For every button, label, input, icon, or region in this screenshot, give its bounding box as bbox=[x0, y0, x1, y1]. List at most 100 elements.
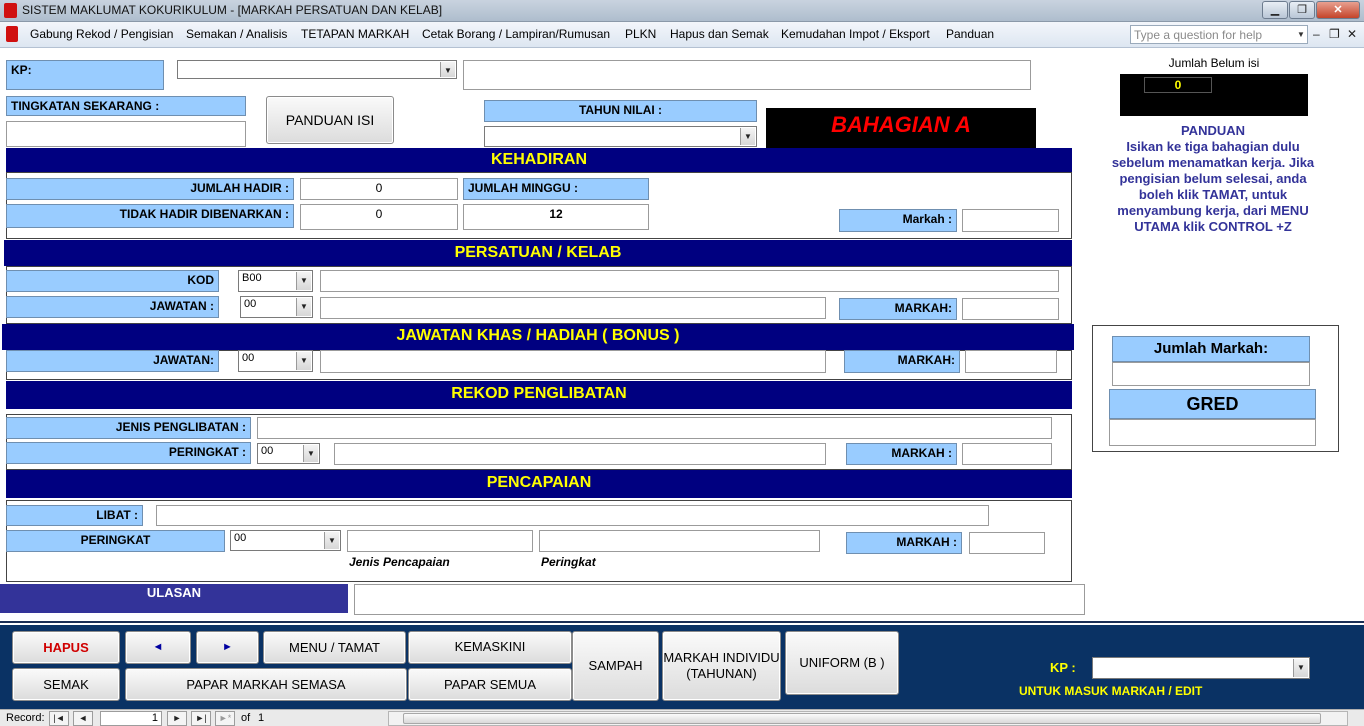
record-navigation-bar: Record: |◄ ◄ 1 ► ►| ►* of 1 bbox=[0, 709, 1364, 726]
panduan-line-3: pengisian belum selesai, anda bbox=[1119, 171, 1307, 186]
mdi-close-icon[interactable]: ✕ bbox=[1347, 27, 1357, 41]
persatuan-markah-field bbox=[962, 298, 1059, 320]
menu-plkn[interactable]: PLKN bbox=[625, 27, 656, 41]
chevron-down-icon[interactable]: ▼ bbox=[296, 298, 311, 316]
first-record-icon[interactable]: |◄ bbox=[49, 711, 69, 726]
tahun-nilai-combo[interactable]: ▼ bbox=[484, 126, 757, 147]
jenis-pencapaian-caption: Jenis Pencapaian bbox=[349, 555, 450, 569]
persatuan-header: PERSATUAN / KELAB bbox=[4, 240, 1072, 266]
semak-button[interactable]: SEMAK bbox=[12, 668, 120, 701]
record-number-field[interactable]: 1 bbox=[100, 711, 162, 726]
mdi-restore-icon[interactable]: ❐ bbox=[1329, 27, 1340, 41]
menu-tetapan-markah[interactable]: TETAPAN MARKAH bbox=[301, 27, 409, 41]
last-record-icon[interactable]: ►| bbox=[191, 711, 211, 726]
window-title: SISTEM MAKLUMAT KOKURIKULUM - [MARKAH PE… bbox=[22, 3, 443, 17]
menu-gabung-rekod[interactable]: Gabung Rekod / Pengisian bbox=[30, 27, 173, 41]
jumlah-belum-label: Jumlah Belum isi bbox=[1168, 56, 1260, 70]
horizontal-scrollbar[interactable] bbox=[388, 711, 1348, 726]
libat-field[interactable] bbox=[156, 505, 989, 526]
kemaskini-button[interactable]: KEMASKINI bbox=[408, 631, 572, 664]
penglibatan-peringkat-label: PERINGKAT : bbox=[6, 442, 251, 464]
libat-label: LIBAT : bbox=[6, 505, 143, 526]
chevron-down-icon[interactable]: ▼ bbox=[740, 128, 755, 145]
panduan-line-5: menyambung kerja, dari MENU bbox=[1117, 203, 1309, 218]
jawatan-khas-combo[interactable]: 00 ▼ bbox=[238, 350, 313, 372]
chevron-down-icon[interactable]: ▼ bbox=[1295, 26, 1307, 43]
jawatan-khas-description-field[interactable] bbox=[320, 350, 826, 373]
peringkat-pencapaian-field[interactable] bbox=[539, 530, 820, 552]
next-record-icon[interactable]: ► bbox=[167, 711, 187, 726]
restore-icon[interactable]: ❐ bbox=[1289, 1, 1315, 19]
jumlah-minggu-label: JUMLAH MINGGU : bbox=[463, 178, 649, 200]
penglibatan-markah-field bbox=[962, 443, 1052, 465]
jumlah-belum-value: 0 bbox=[1144, 77, 1212, 93]
app-menu-icon[interactable] bbox=[6, 26, 18, 42]
bahagian-banner: BAHAGIAN A bbox=[766, 108, 1036, 148]
menu-hapus-semak[interactable]: Hapus dan Semak bbox=[670, 27, 769, 41]
tingkatan-field[interactable] bbox=[6, 121, 246, 147]
jenis-penglibatan-label: JENIS PENGLIBATAN : bbox=[6, 417, 251, 439]
tidak-hadir-field[interactable]: 0 bbox=[300, 204, 458, 230]
chevron-down-icon[interactable]: ▼ bbox=[440, 62, 455, 77]
jumlah-markah-label: Jumlah Markah: bbox=[1112, 336, 1310, 362]
kp-combo[interactable]: ▼ bbox=[177, 60, 457, 79]
penglibatan-peringkat-value: 00 bbox=[261, 445, 274, 457]
chevron-down-icon[interactable]: ▼ bbox=[324, 532, 339, 549]
ulasan-field[interactable] bbox=[354, 584, 1085, 615]
jawatan-khas-markah-label: MARKAH: bbox=[844, 350, 960, 373]
papar-semua-button[interactable]: PAPAR SEMUA bbox=[408, 668, 572, 701]
jawatan-combo[interactable]: 00 ▼ bbox=[240, 296, 313, 318]
menu-panduan[interactable]: Panduan bbox=[946, 27, 994, 41]
markah-individu-button[interactable]: MARKAH INDIVIDU (TAHUNAN) bbox=[662, 631, 781, 701]
menu-cetak-borang[interactable]: Cetak Borang / Lampiran/Rumusan bbox=[422, 27, 610, 41]
jenis-pencapaian-field[interactable] bbox=[347, 530, 533, 552]
persatuan-markah-label: MARKAH: bbox=[839, 298, 957, 320]
pencapaian-markah-label: MARKAH : bbox=[846, 532, 962, 554]
panduan-title: PANDUAN bbox=[1180, 123, 1246, 138]
prev-button[interactable]: ◄ bbox=[125, 631, 191, 664]
sampah-button[interactable]: SAMPAH bbox=[572, 631, 659, 701]
record-of-label: of bbox=[241, 712, 251, 724]
peringkat-caption: Peringkat bbox=[541, 555, 596, 569]
arrow-left-icon: ◄ bbox=[152, 641, 164, 653]
scrollbar-thumb[interactable] bbox=[403, 713, 1321, 724]
mdi-minimize-icon[interactable]: ‒ bbox=[1313, 27, 1320, 41]
title-bar: SISTEM MAKLUMAT KOKURIKULUM - [MARKAH PE… bbox=[0, 0, 1364, 22]
kp-name-field[interactable] bbox=[463, 60, 1031, 90]
gred-field bbox=[1109, 419, 1316, 446]
menu-semakan[interactable]: Semakan / Analisis bbox=[186, 27, 287, 41]
ulasan-label: ULASAN bbox=[0, 584, 348, 613]
jawatan-value: 00 bbox=[244, 298, 257, 310]
jenis-penglibatan-field[interactable] bbox=[257, 417, 1052, 439]
panduan-isi-button[interactable]: PANDUAN ISI bbox=[266, 96, 394, 144]
chevron-down-icon[interactable]: ▼ bbox=[303, 445, 318, 462]
kod-description-field[interactable] bbox=[320, 270, 1059, 292]
bottom-kp-combo[interactable]: ▼ bbox=[1092, 657, 1310, 679]
next-button[interactable]: ► bbox=[196, 631, 259, 664]
menu-tamat-button[interactable]: MENU / TAMAT bbox=[263, 631, 406, 664]
minimize-icon[interactable]: ▁ bbox=[1262, 1, 1288, 19]
jumlah-hadir-label: JUMLAH HADIR : bbox=[6, 178, 294, 200]
chevron-down-icon[interactable]: ▼ bbox=[1293, 659, 1308, 677]
hapus-button[interactable]: HAPUS bbox=[12, 631, 120, 664]
jawatan-description-field[interactable] bbox=[320, 297, 826, 319]
pencapaian-header: PENCAPAIAN bbox=[6, 470, 1072, 498]
papar-markah-semasa-button[interactable]: PAPAR MARKAH SEMASA bbox=[125, 668, 407, 701]
record-total: 1 bbox=[258, 712, 265, 724]
jumlah-minggu-field[interactable]: 12 bbox=[463, 204, 649, 230]
panduan-line-4: boleh klik TAMAT, untuk bbox=[1138, 187, 1288, 202]
chevron-down-icon[interactable]: ▼ bbox=[296, 352, 311, 370]
penglibatan-peringkat-combo[interactable]: 00 ▼ bbox=[257, 443, 320, 464]
new-record-icon[interactable]: ►* bbox=[215, 711, 235, 726]
record-label: Record: bbox=[6, 712, 45, 724]
help-search-input[interactable]: Type a question for help ▼ bbox=[1130, 25, 1308, 44]
kod-combo[interactable]: B00 ▼ bbox=[238, 270, 313, 292]
close-icon[interactable]: ✕ bbox=[1316, 1, 1360, 19]
penglibatan-peringkat-description-field[interactable] bbox=[334, 443, 826, 465]
chevron-down-icon[interactable]: ▼ bbox=[296, 272, 311, 290]
uniform-button[interactable]: UNIFORM (B ) bbox=[785, 631, 899, 695]
menu-kemudahan[interactable]: Kemudahan Impot / Eksport bbox=[781, 27, 930, 41]
jumlah-hadir-field[interactable]: 0 bbox=[300, 178, 458, 200]
pencapaian-peringkat-combo[interactable]: 00 ▼ bbox=[230, 530, 341, 551]
prev-record-icon[interactable]: ◄ bbox=[73, 711, 93, 726]
